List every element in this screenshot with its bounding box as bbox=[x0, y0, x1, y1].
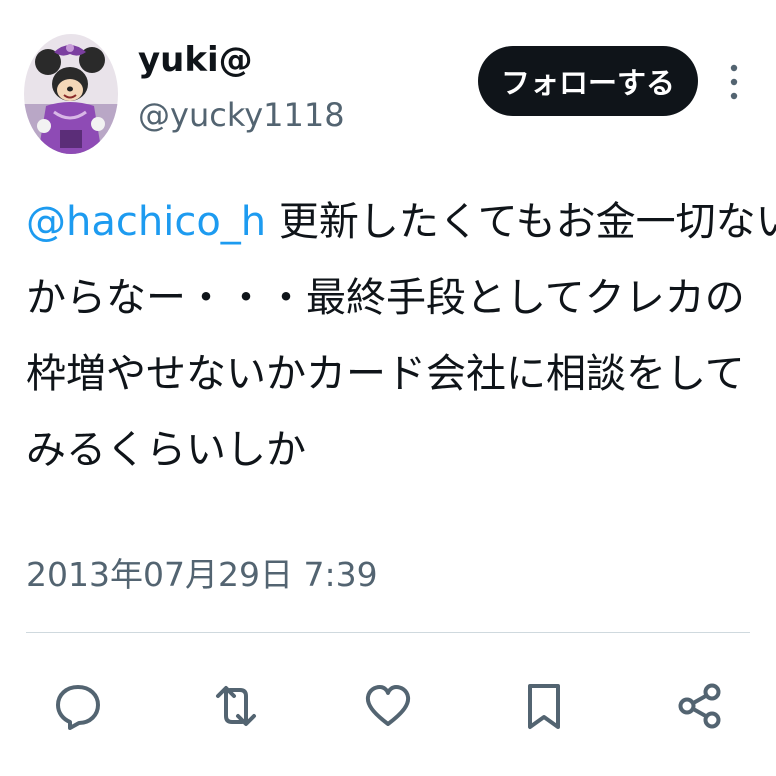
reply-button[interactable] bbox=[52, 680, 104, 732]
tweet-line-text: 更新したくてもお金一切ない bbox=[266, 199, 776, 245]
reply-icon bbox=[56, 685, 100, 730]
tweet-line: 枠増やせないかカード会社に相談をして bbox=[26, 351, 745, 397]
retweet-button[interactable] bbox=[210, 680, 262, 732]
share-button[interactable] bbox=[674, 680, 726, 732]
tweet-card: yuki@ @yucky1118 フォローする @hachico_h 更新したく… bbox=[0, 0, 776, 776]
mention-link[interactable]: @hachico_h bbox=[26, 199, 266, 245]
avatar[interactable] bbox=[24, 34, 118, 154]
bookmark-button[interactable] bbox=[518, 680, 570, 732]
divider bbox=[26, 632, 750, 633]
like-button[interactable] bbox=[362, 680, 414, 732]
bookmark-icon bbox=[528, 684, 560, 729]
more-options-button[interactable] bbox=[722, 60, 746, 104]
tweet-timestamp[interactable]: 2013年07月29日 7:39 bbox=[26, 548, 378, 596]
share-icon bbox=[678, 683, 721, 729]
like-icon bbox=[365, 685, 411, 726]
retweet-icon bbox=[216, 686, 256, 726]
tweet-line: みるくらいしか bbox=[26, 427, 306, 473]
user-handle[interactable]: @yucky1118 bbox=[138, 96, 345, 134]
character-avatar-icon bbox=[24, 34, 118, 154]
more-vertical-icon bbox=[730, 64, 738, 100]
tweet-line: からなー・・・最終手段としてクレカの bbox=[26, 275, 745, 321]
tweet-line: @hachico_h 更新したくてもお金一切ない bbox=[26, 184, 776, 260]
display-name[interactable]: yuki@ bbox=[138, 40, 253, 80]
follow-button[interactable]: フォローする bbox=[478, 46, 698, 116]
tweet-text: @hachico_h 更新したくてもお金一切ない からなー・・・最終手段としてク… bbox=[26, 184, 776, 488]
